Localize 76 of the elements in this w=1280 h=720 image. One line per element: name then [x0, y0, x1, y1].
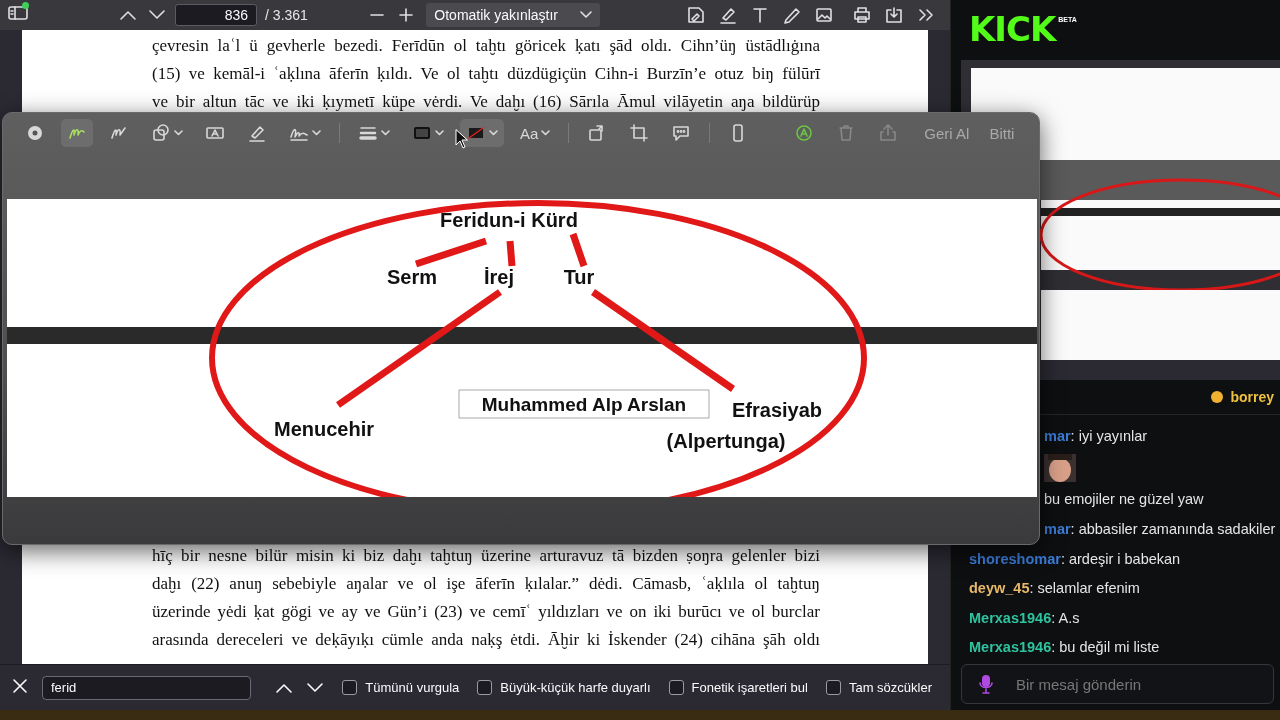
- microphone-icon[interactable]: [979, 674, 993, 694]
- speech-bubble-icon[interactable]: [671, 123, 692, 143]
- text-box[interactable]: Muhammed Alp Arslan: [458, 389, 710, 419]
- shapes-icon[interactable]: [151, 123, 171, 143]
- chevron-down-icon: [580, 11, 592, 19]
- image-icon[interactable]: [814, 6, 834, 24]
- find-field[interactable]: ferid: [42, 675, 251, 700]
- diagram-label: (Alpertunga): [666, 430, 786, 452]
- cursor-icon: [455, 129, 469, 149]
- font-button[interactable]: Aa: [514, 124, 557, 142]
- diagram-label: Menucehir: [274, 418, 374, 440]
- chat-username[interactable]: mar: [1044, 427, 1071, 444]
- diagram-label: Serm: [387, 266, 437, 288]
- chevron-down-icon[interactable]: [147, 9, 166, 21]
- chat-message: bu emojiler ne güzel yaw: [1044, 491, 1204, 508]
- document-text-line: (15) ve kemāl-i ʿaḳlına āferīn ḳıldı. Ve ol taḫtı düzdügiçün Cihn-i Burzīn’e otuz biŋ fülūrī: [152, 63, 820, 85]
- chat-username[interactable]: deyw_45: [969, 580, 1030, 597]
- document-text-line: çevresin laʿl ü gevherle bezedi. Ferīdūn ol taḫtı göricek ḳatı şād oldı. Cihn’üŋ üstādlıġına: [152, 35, 820, 57]
- chat-username[interactable]: shoreshomar: [969, 550, 1061, 567]
- more-tools-icon[interactable]: [916, 6, 936, 24]
- diagram-label: Tur: [563, 266, 595, 288]
- highlight-icon[interactable]: [718, 6, 738, 24]
- chat-message: : bu değil mi liste: [1051, 639, 1160, 656]
- page-number-field[interactable]: 836: [175, 4, 258, 26]
- markup-circle-icon[interactable]: [794, 123, 815, 143]
- chevron-down-icon: [312, 130, 321, 136]
- checkbox-label[interactable]: Tam sözcükler: [848, 680, 932, 695]
- checkbox-label[interactable]: Büyük-küçük harfe duyarlı: [500, 680, 651, 695]
- chat-message: : abbasiler zamanında sadakiler: [1070, 521, 1276, 537]
- close-icon[interactable]: [12, 678, 28, 694]
- record-icon[interactable]: [25, 123, 45, 143]
- checkbox[interactable]: [825, 680, 841, 695]
- zoom-in-icon[interactable]: [398, 7, 415, 23]
- chevron-down-icon: [174, 130, 183, 136]
- diagram-label: İrej: [484, 266, 514, 288]
- chevron-down-icon: [489, 130, 498, 136]
- chat-message: : iyi yayınlar: [1070, 427, 1148, 444]
- diagram-label: Efrasiyab: [731, 399, 823, 421]
- chevron-down-icon: [381, 130, 390, 136]
- draw-icon[interactable]: [782, 6, 802, 24]
- checkbox-label[interactable]: Fonetik işaretleri bul: [691, 680, 808, 695]
- ellipse-mark[interactable]: [209, 200, 867, 497]
- chat-message: : selamlar efenim: [1029, 580, 1140, 597]
- chat-input[interactable]: Bir mesaj gönderin: [961, 664, 1274, 704]
- document-text-line: üzerinde yėdi ḳat gögi ve ay ve Gün’i (23) ve cemīʿ yıldızları ve on iki burūcı ve ol burclar: [152, 601, 820, 623]
- document-text-line: daḫı (22) anuŋ sebebiyle aŋalar ve ol işe āferīn ḳılalar.” dėdi. Cāmasb, ʿaḳlıla ol taḫtuŋ: [152, 573, 820, 595]
- diagram-label: Feridun-i Kürd: [440, 209, 578, 231]
- chevron-up-icon[interactable]: [119, 9, 138, 21]
- chevron-down-icon: [435, 130, 444, 136]
- chat-username[interactable]: mar: [1044, 521, 1071, 537]
- checkbox-label[interactable]: Tümünü vurgula: [365, 680, 460, 695]
- logo[interactable]: KICK: [969, 12, 1056, 46]
- checkbox[interactable]: [342, 680, 358, 695]
- zoom-select[interactable]: Otomatik yakınlaştır: [426, 3, 600, 27]
- crop-icon[interactable]: [629, 123, 650, 143]
- text-icon[interactable]: [750, 6, 770, 24]
- chevron-down-icon: [541, 130, 551, 136]
- checkbox[interactable]: [477, 680, 493, 695]
- print-icon[interactable]: [852, 6, 872, 24]
- page-count: / 3.361: [265, 7, 309, 23]
- edit-pdf-icon[interactable]: [686, 6, 706, 24]
- checkbox[interactable]: [668, 680, 684, 695]
- document-text-line: hīç bir nesne bilür misin ki biz daḫı taḫtuŋ üzerine arturavuz tā bizden ṣoŋra gelenler bizi: [152, 545, 820, 567]
- coin-icon: [1210, 390, 1225, 404]
- chevron-down-icon[interactable]: [305, 681, 324, 694]
- pinned-user[interactable]: borrey: [1230, 389, 1274, 405]
- chevron-up-icon[interactable]: [275, 681, 294, 694]
- chat-message: : A.s: [1051, 609, 1080, 626]
- notification-dot: [22, 2, 29, 9]
- save-icon[interactable]: [884, 6, 904, 24]
- chat-message: : ardeşir i babekan: [1060, 550, 1181, 567]
- connector-line[interactable]: [591, 289, 735, 392]
- sidebar-icon[interactable]: [8, 5, 28, 21]
- document-text-line: ve bir altun tāc ve iki ḳıymetī küpe vėrdi. Ve daḫı (16) Sārıla Āmul vilāyetin aŋa bildürüp: [152, 91, 820, 113]
- highlighter-icon[interactable]: [247, 123, 267, 143]
- document-text-line: arasında dereceleri ve deḳāyıḳı cümle anda naḳş ėtdi. Āḫir ki İskender (24) cihāna şāh oldı: [152, 629, 820, 651]
